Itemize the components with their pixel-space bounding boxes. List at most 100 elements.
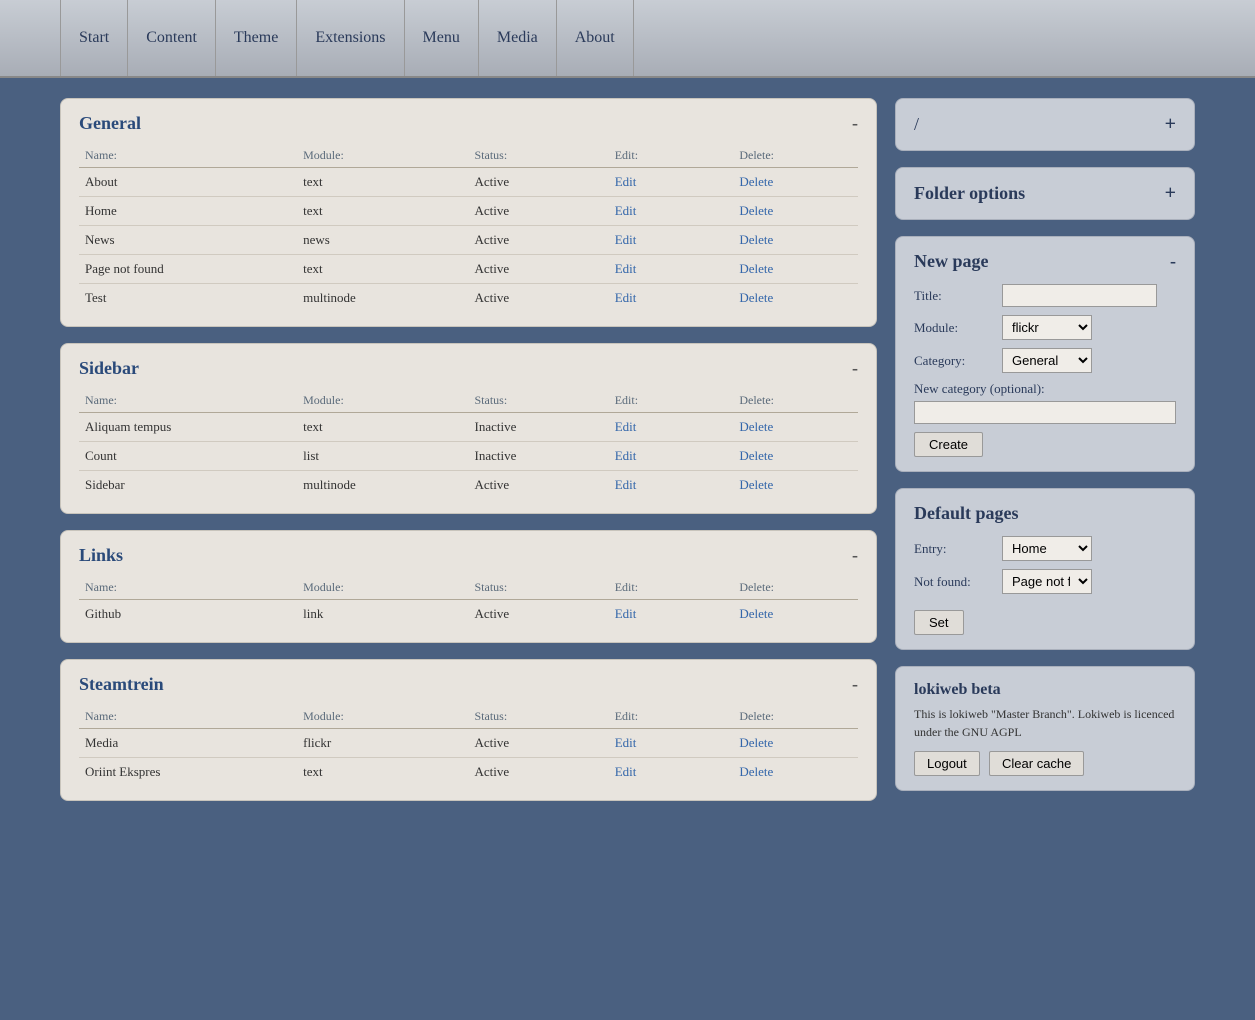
- edit-link[interactable]: Edit: [615, 419, 637, 434]
- logout-button[interactable]: Logout: [914, 751, 980, 776]
- new-page-minus-button[interactable]: -: [1170, 251, 1176, 272]
- steamtrein-table-header: Name: Module: Status: Edit: Delete:: [79, 705, 858, 729]
- sidebar-panel-header: Sidebar -: [79, 358, 858, 379]
- cell-edit[interactable]: Edit: [609, 471, 734, 500]
- create-button[interactable]: Create: [914, 432, 983, 457]
- col-header-name: Name:: [79, 144, 297, 168]
- folder-options-plus-button[interactable]: +: [1165, 182, 1176, 205]
- cell-edit[interactable]: Edit: [609, 413, 734, 442]
- general-table-header: Name: Module: Status: Edit: Delete:: [79, 144, 858, 168]
- cell-delete[interactable]: Delete: [733, 471, 858, 500]
- cell-delete[interactable]: Delete: [733, 284, 858, 313]
- edit-link[interactable]: Edit: [615, 606, 637, 621]
- cell-delete[interactable]: Delete: [733, 729, 858, 758]
- cell-edit[interactable]: Edit: [609, 197, 734, 226]
- delete-link[interactable]: Delete: [739, 606, 773, 621]
- new-page-panel: New page - Title: Module: flickrtextnews…: [895, 236, 1195, 472]
- new-page-module-select[interactable]: flickrtextnewslistlinkmultinode: [1002, 315, 1092, 340]
- default-entry-select[interactable]: HomeAboutNewsPage not foundTest: [1002, 536, 1092, 561]
- default-notfound-label: Not found:: [914, 574, 994, 590]
- edit-link[interactable]: Edit: [615, 290, 637, 305]
- cell-delete[interactable]: Delete: [733, 442, 858, 471]
- steamtrein-col-status: Status:: [468, 705, 608, 729]
- cell-edit[interactable]: Edit: [609, 226, 734, 255]
- cell-edit[interactable]: Edit: [609, 442, 734, 471]
- delete-link[interactable]: Delete: [739, 764, 773, 779]
- general-panel: General - Name: Module: Status: Edit: De…: [60, 98, 877, 327]
- new-page-create-row: Create: [914, 424, 1176, 457]
- sidebar-col-edit: Edit:: [609, 389, 734, 413]
- cell-status: Inactive: [468, 413, 608, 442]
- cell-delete[interactable]: Delete: [733, 413, 858, 442]
- edit-link[interactable]: Edit: [615, 448, 637, 463]
- cell-edit[interactable]: Edit: [609, 600, 734, 629]
- cell-delete[interactable]: Delete: [733, 168, 858, 197]
- nav-start[interactable]: Start: [60, 0, 128, 76]
- edit-link[interactable]: Edit: [615, 261, 637, 276]
- cell-name: Page not found: [79, 255, 297, 284]
- edit-link[interactable]: Edit: [615, 174, 637, 189]
- cell-delete[interactable]: Delete: [733, 255, 858, 284]
- new-page-module-label: Module:: [914, 320, 994, 336]
- table-row: Test multinode Active Edit Delete: [79, 284, 858, 313]
- sidebar-panel-toggle[interactable]: -: [852, 358, 858, 379]
- nav-menu[interactable]: Menu: [405, 0, 479, 76]
- folder-options-title: Folder options: [914, 183, 1025, 204]
- default-pages-panel: Default pages Entry: HomeAboutNewsPage n…: [895, 488, 1195, 650]
- table-row: Github link Active Edit Delete: [79, 600, 858, 629]
- set-button[interactable]: Set: [914, 610, 964, 635]
- delete-link[interactable]: Delete: [739, 232, 773, 247]
- nav-media[interactable]: Media: [479, 0, 557, 76]
- cell-status: Active: [468, 255, 608, 284]
- delete-link[interactable]: Delete: [739, 735, 773, 750]
- edit-link[interactable]: Edit: [615, 764, 637, 779]
- col-header-status: Status:: [468, 144, 608, 168]
- folder-path-plus-button[interactable]: +: [1165, 113, 1176, 136]
- cell-edit[interactable]: Edit: [609, 255, 734, 284]
- new-page-title-input[interactable]: [1002, 284, 1157, 307]
- steamtrein-panel-toggle[interactable]: -: [852, 674, 858, 695]
- nav-extensions[interactable]: Extensions: [297, 0, 404, 76]
- new-page-newcategory-input[interactable]: [914, 401, 1176, 424]
- delete-link[interactable]: Delete: [739, 261, 773, 276]
- delete-link[interactable]: Delete: [739, 419, 773, 434]
- cell-delete[interactable]: Delete: [733, 197, 858, 226]
- top-navigation: Start Content Theme Extensions Menu Medi…: [0, 0, 1255, 78]
- cell-edit[interactable]: Edit: [609, 168, 734, 197]
- edit-link[interactable]: Edit: [615, 735, 637, 750]
- clear-cache-button[interactable]: Clear cache: [989, 751, 1084, 776]
- edit-link[interactable]: Edit: [615, 477, 637, 492]
- cell-delete[interactable]: Delete: [733, 226, 858, 255]
- cell-name: Sidebar: [79, 471, 297, 500]
- delete-link[interactable]: Delete: [739, 290, 773, 305]
- links-col-delete: Delete:: [733, 576, 858, 600]
- right-column: / + Folder options + New page - Title: M…: [895, 98, 1195, 791]
- delete-link[interactable]: Delete: [739, 174, 773, 189]
- cell-module: text: [297, 197, 468, 226]
- nav-content[interactable]: Content: [128, 0, 216, 76]
- delete-link[interactable]: Delete: [739, 448, 773, 463]
- links-panel: Links - Name: Module: Status: Edit: Dele…: [60, 530, 877, 643]
- cell-edit[interactable]: Edit: [609, 758, 734, 787]
- cell-delete[interactable]: Delete: [733, 600, 858, 629]
- cell-delete[interactable]: Delete: [733, 758, 858, 787]
- default-notfound-select[interactable]: Page not foundHomeAboutNewsTest: [1002, 569, 1092, 594]
- nav-about[interactable]: About: [557, 0, 634, 76]
- nav-theme[interactable]: Theme: [216, 0, 297, 76]
- edit-link[interactable]: Edit: [615, 232, 637, 247]
- general-panel-toggle[interactable]: -: [852, 113, 858, 134]
- new-page-category-select[interactable]: General: [1002, 348, 1092, 373]
- cell-edit[interactable]: Edit: [609, 284, 734, 313]
- sidebar-table-header: Name: Module: Status: Edit: Delete:: [79, 389, 858, 413]
- new-page-newcategory-label: New category (optional):: [914, 381, 1176, 397]
- delete-link[interactable]: Delete: [739, 477, 773, 492]
- cell-name: Oriint Ekspres: [79, 758, 297, 787]
- edit-link[interactable]: Edit: [615, 203, 637, 218]
- links-panel-toggle[interactable]: -: [852, 545, 858, 566]
- cell-edit[interactable]: Edit: [609, 729, 734, 758]
- table-row: Media flickr Active Edit Delete: [79, 729, 858, 758]
- delete-link[interactable]: Delete: [739, 203, 773, 218]
- cell-status: Active: [468, 729, 608, 758]
- cell-status: Active: [468, 284, 608, 313]
- default-entry-label: Entry:: [914, 541, 994, 557]
